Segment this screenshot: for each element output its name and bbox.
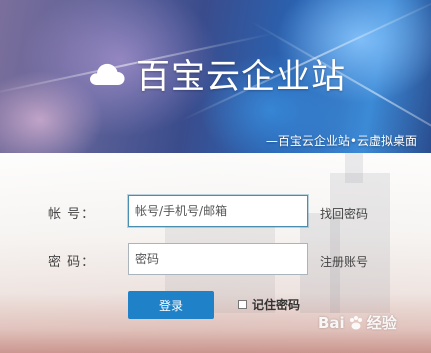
account-label: 帐 号：	[48, 207, 96, 222]
password-input[interactable]	[128, 243, 308, 275]
baidu-watermark: Bai 经验	[318, 312, 397, 333]
logo: 百宝云企业站	[88, 48, 346, 98]
forgot-password-link[interactable]: 找回密码	[320, 205, 368, 222]
remember-password-checkbox[interactable]: 记住密码	[238, 296, 300, 313]
background-castle-tower	[345, 153, 363, 183]
cloud-icon	[90, 63, 125, 85]
header-banner: 百宝云企业站 —百宝云企业站•云虚拟桌面	[0, 0, 431, 153]
password-label: 密 码：	[48, 255, 96, 270]
remember-password-label: 记住密码	[252, 298, 301, 312]
app-title: 百宝云企业站	[136, 56, 346, 97]
register-link[interactable]: 注册账号	[320, 253, 368, 270]
checkbox-box[interactable]	[238, 300, 247, 309]
watermark-brand-prefix: Bai	[318, 313, 345, 332]
account-input[interactable]	[128, 195, 308, 227]
login-button[interactable]: 登录	[128, 291, 214, 319]
slogan-text: —百宝云企业站•云虚拟桌面	[265, 134, 417, 148]
watermark-brand-suffix: 经验	[366, 314, 397, 332]
baidu-paw-icon	[349, 315, 362, 329]
